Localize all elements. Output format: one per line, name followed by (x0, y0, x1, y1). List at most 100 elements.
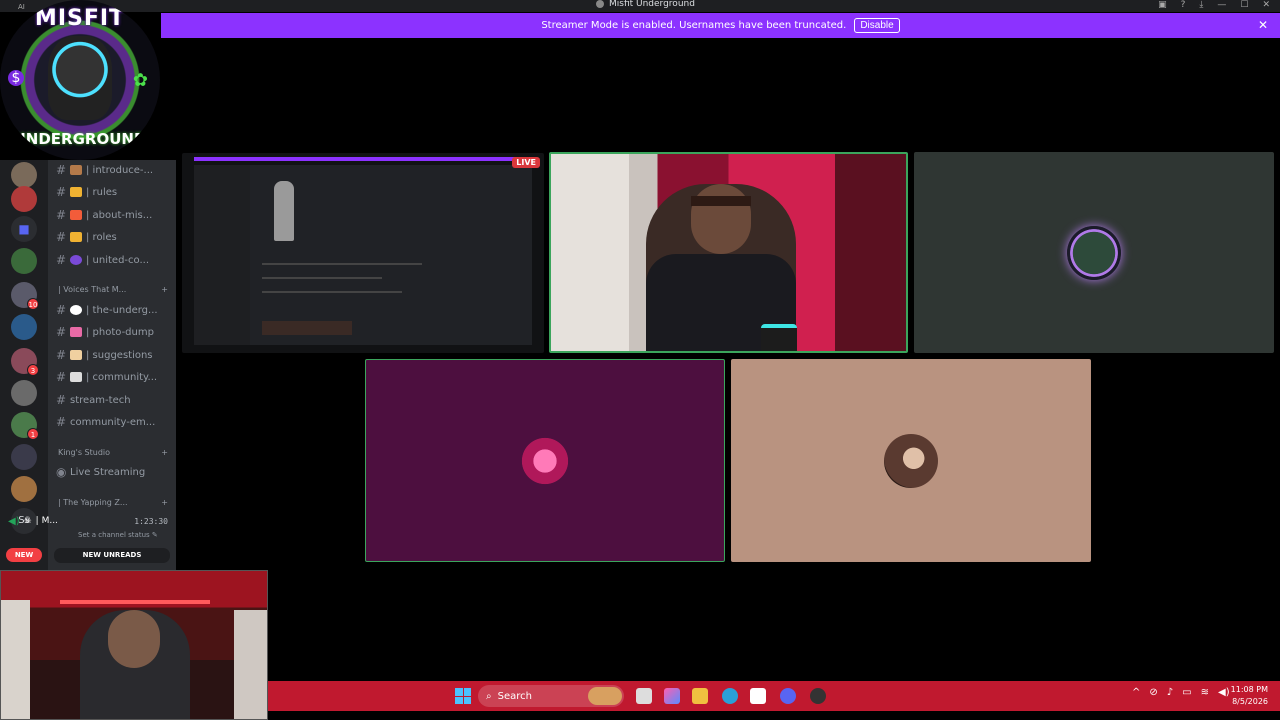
participant-avatar (1067, 225, 1121, 280)
display-icon[interactable]: ▭ (1182, 687, 1191, 698)
channel-live-streaming[interactable]: ◉ Live Streaming (56, 462, 170, 482)
channel-item[interactable]: # | about-mis... (56, 205, 170, 225)
category-label: | The Yapping Z... (58, 498, 128, 507)
disable-streamer-mode-button[interactable]: Disable (854, 18, 900, 33)
webcam-frame (0, 570, 268, 720)
minimize-button[interactable]: — (1217, 0, 1226, 10)
channel-label: Live Streaming (70, 466, 146, 478)
screenshare-tile[interactable]: LIVE (182, 153, 544, 353)
channel-status[interactable]: Set a channel status ✎ (78, 531, 158, 539)
channel-label: community-em... (70, 416, 156, 428)
taskbar-clock[interactable]: 11:08 PM 8/5/2026 (1231, 684, 1268, 708)
window-title-text: Misfit Underground (609, 0, 695, 9)
obs-icon[interactable] (810, 688, 826, 704)
hash-icon: # (56, 253, 67, 267)
hash-icon: # (56, 185, 67, 199)
participant-avatar (884, 433, 938, 488)
server-icon[interactable]: ■ (11, 216, 37, 242)
discord-taskbar-icon[interactable] (780, 688, 796, 704)
channel-label: stream-tech (70, 394, 131, 406)
copilot-icon[interactable] (664, 688, 680, 704)
streamer-mode-banner: Streamer Mode is enabled. Usernames have… (161, 13, 1280, 38)
screenshare-line (262, 277, 382, 279)
channel-item[interactable]: # | rules (56, 182, 170, 202)
server-icon[interactable] (11, 186, 37, 212)
new-pill[interactable]: NEW (6, 548, 42, 562)
logo-line2: UNDERGROUND (13, 130, 147, 148)
hash-icon: # (56, 393, 67, 407)
channel-item[interactable]: # | the-underg... (56, 300, 170, 320)
speaker-icon: ◀) (8, 515, 20, 527)
server-icon[interactable] (11, 444, 37, 470)
window-title: Misfit Underground (596, 0, 695, 9)
inbox-icon[interactable]: ▣ (1158, 0, 1167, 10)
channel-emoji-icon (70, 372, 82, 382)
participant-tile[interactable] (731, 359, 1091, 562)
channel-label: | united-co... (86, 254, 150, 266)
live-badge: LIVE (512, 157, 540, 168)
taskbar-search[interactable]: ⌕ Search (478, 685, 624, 707)
hash-icon: # (56, 325, 67, 339)
person-headband (691, 196, 751, 206)
channel-item[interactable]: # | roles (56, 227, 170, 247)
channel-label: | rules (86, 186, 118, 198)
window-titlebar: AI Misfit Underground ▣ ? ⤓ — ☐ ✕ (0, 0, 1280, 12)
server-icon[interactable] (11, 476, 37, 502)
channel-emoji-icon (70, 255, 82, 265)
file-explorer-icon[interactable] (692, 688, 708, 704)
task-view-icon[interactable] (636, 688, 652, 704)
channel-emoji-icon (70, 187, 82, 197)
banner-close-icon[interactable]: ✕ (1258, 18, 1268, 32)
search-highlight-image (588, 687, 622, 705)
camera-tile-speaking[interactable] (549, 152, 908, 353)
network-icon[interactable]: ≋ (1201, 687, 1209, 698)
store-icon[interactable] (750, 688, 766, 704)
hash-icon: # (56, 208, 67, 222)
pencil-icon: ✎ (151, 531, 158, 539)
channel-emoji-icon (70, 305, 82, 315)
server-icon[interactable] (11, 380, 37, 406)
windows-taskbar: ⌕ Search ^ ⊘ ♪ ▭ ≋ ◀) 11:08 PM 8/5/2026 (268, 681, 1280, 711)
channel-list: # | introduce-... # | rules # | about-mis..… (48, 160, 176, 570)
maximize-button[interactable]: ☐ (1240, 0, 1248, 10)
volume-icon[interactable]: ◀) (1218, 687, 1230, 698)
add-channel-icon[interactable]: + (161, 448, 168, 457)
server-icon[interactable] (11, 162, 37, 188)
chevron-up-icon[interactable]: ^ (1132, 687, 1140, 698)
server-icon[interactable] (11, 314, 37, 340)
channel-item[interactable]: # | suggestions (56, 345, 170, 365)
channel-label: | introduce-... (86, 164, 154, 176)
participant-tile[interactable] (365, 359, 725, 562)
screenshare-line (262, 263, 422, 265)
hash-icon: # (56, 348, 67, 362)
category-voices-that-matter[interactable]: | Voices That M... + (58, 285, 168, 294)
channel-item[interactable]: # community-em... (56, 412, 170, 432)
server-icon[interactable] (11, 248, 37, 274)
channel-label: | photo-dump (86, 326, 154, 338)
server-icon[interactable]: 1 (11, 412, 39, 440)
hidden-icon[interactable]: ⊘ (1149, 687, 1157, 698)
microphone-icon[interactable]: ♪ (1167, 687, 1173, 698)
server-icon[interactable]: 3 (11, 348, 39, 376)
channel-item[interactable]: # | united-co... (56, 250, 170, 270)
add-channel-icon[interactable]: + (161, 285, 168, 294)
server-list: ■ 10 3 1 Ss (0, 160, 48, 570)
channel-item[interactable]: # stream-tech (56, 390, 170, 410)
channel-item[interactable]: # | introduce-... (56, 160, 170, 180)
edge-icon[interactable] (722, 688, 738, 704)
start-button[interactable] (455, 688, 471, 704)
server-icon[interactable]: 10 (11, 282, 39, 310)
new-unreads-button[interactable]: NEW UNREADS (54, 548, 170, 563)
skull-icon: ☠ (23, 516, 32, 526)
add-channel-icon[interactable]: + (161, 498, 168, 507)
voice-connection[interactable]: ◀) ☠ | M... 1:23:30 (8, 512, 168, 530)
category-kings-studio[interactable]: King's Studio + (58, 448, 168, 457)
channel-status-text: Set a channel status (78, 531, 150, 539)
category-yapping-zone[interactable]: | The Yapping Z... + (58, 498, 168, 507)
close-window-button[interactable]: ✕ (1262, 0, 1270, 10)
download-icon[interactable]: ⤓ (1199, 0, 1203, 10)
help-icon[interactable]: ? (1181, 0, 1186, 10)
participant-tile[interactable] (914, 152, 1274, 353)
channel-item[interactable]: # | community... (56, 367, 170, 387)
channel-item[interactable]: # | photo-dump (56, 322, 170, 342)
